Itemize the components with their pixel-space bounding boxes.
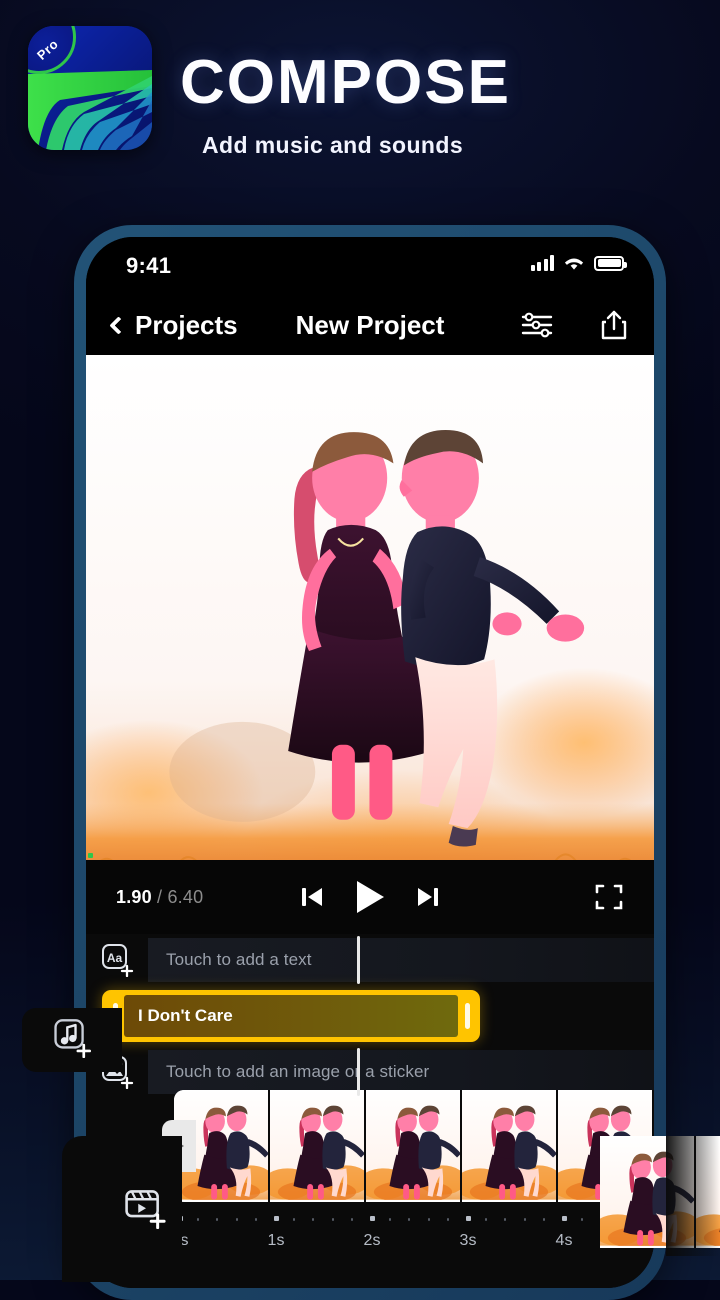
filmstrip-right-fade [666, 1136, 720, 1256]
header-titles: COMPOSE Add music and sounds [180, 52, 680, 159]
add-text-icon: Aa [102, 944, 134, 977]
add-music-button[interactable] [52, 1018, 92, 1063]
page-title: COMPOSE [180, 48, 511, 117]
ruler-tick-minor [197, 1218, 200, 1221]
add-video-icon [125, 1189, 166, 1229]
ruler-tick-minor [235, 1218, 238, 1221]
ruler-tick-minor [350, 1218, 353, 1221]
transport-controls [299, 879, 441, 915]
track-row-audio[interactable]: I Don't Care [86, 986, 654, 1046]
add-video-button[interactable] [124, 1185, 168, 1234]
back-label: Projects [135, 309, 238, 340]
promo-header: Pro COMPOSE Add music and sounds [0, 0, 720, 200]
phone-screen: 9:41 Projects New Project 1.90 / 6.40 Aa… [86, 237, 654, 1288]
playback-controls: 1.90 / 6.40 [86, 860, 654, 934]
ruler-tick-minor [427, 1218, 430, 1221]
ruler-tick-minor [293, 1218, 296, 1221]
render-indicator-dot [88, 853, 93, 858]
text-track-lane[interactable]: Touch to add a text [148, 938, 654, 982]
ruler-ticks [174, 1214, 654, 1226]
ruler-tick-minor [312, 1218, 315, 1221]
signal-bars-icon [530, 255, 554, 271]
audio-clip-body[interactable]: I Don't Care [124, 995, 458, 1037]
pro-badge-label: Pro [33, 36, 62, 63]
time-readout: 1.90 / 6.40 [116, 887, 203, 908]
sliders-icon[interactable] [520, 310, 554, 340]
status-bar: 9:41 [86, 237, 654, 295]
ruler-tick-minor [389, 1218, 392, 1221]
current-time: 1.90 [116, 886, 152, 907]
ruler-label: 2s [363, 1232, 381, 1249]
ruler-tick-minor [254, 1218, 257, 1221]
text-track-hint: Touch to add a text [166, 950, 312, 969]
total-time: 6.40 [167, 886, 204, 907]
filmstrip-frame[interactable] [366, 1090, 462, 1202]
status-time: 9:41 [126, 253, 172, 278]
ruler-tick-minor [331, 1218, 334, 1221]
nav-bar: Projects New Project [86, 295, 654, 355]
ruler-tick-major [562, 1216, 567, 1221]
ruler-tick-major [274, 1216, 279, 1221]
fullscreen-icon[interactable] [594, 882, 624, 912]
audio-clip-handle-right[interactable] [458, 995, 476, 1037]
phone-notch [272, 237, 468, 269]
video-preview[interactable] [86, 355, 654, 860]
image-track-hint: Touch to add an image or a sticker [166, 1062, 430, 1081]
ruler-label: 4s [555, 1232, 573, 1249]
preview-photo [86, 355, 654, 860]
ruler-tick-minor [485, 1218, 488, 1221]
share-export-icon[interactable] [600, 309, 628, 341]
ruler-tick-minor [542, 1218, 545, 1221]
battery-icon [594, 255, 627, 271]
ruler-tick-minor [408, 1218, 411, 1221]
add-text-button[interactable]: Aa [86, 943, 148, 977]
ruler-tick-major [466, 1216, 471, 1221]
skip-next-icon[interactable] [415, 884, 441, 910]
video-track-overflow-panel [62, 1136, 182, 1282]
nav-actions [520, 309, 628, 341]
ruler-tick-minor [216, 1218, 219, 1221]
ruler-tick-minor [446, 1218, 449, 1221]
audio-track-overflow-panel [22, 1008, 122, 1072]
filmstrip-frame[interactable] [270, 1090, 366, 1202]
ruler-label: 1s [267, 1232, 285, 1249]
filmstrip-frame[interactable] [462, 1090, 558, 1202]
image-track-lane[interactable]: Touch to add an image or a sticker [148, 1050, 654, 1094]
filmstrip[interactable] [174, 1090, 654, 1202]
status-icons [530, 255, 627, 271]
play-icon[interactable] [353, 879, 387, 915]
track-row-text[interactable]: Aa Touch to add a text [86, 934, 654, 986]
compose-app-icon: Pro [28, 26, 152, 150]
skip-previous-icon[interactable] [299, 884, 325, 910]
page-subtitle: Add music and sounds [202, 132, 464, 158]
chevron-left-icon [109, 315, 128, 335]
ruler-tick-minor [581, 1218, 584, 1221]
time-separator: / [157, 886, 163, 907]
svg-text:Aa: Aa [107, 951, 123, 965]
back-to-projects-button[interactable]: Projects [109, 309, 238, 341]
audio-clip[interactable]: I Don't Care [102, 990, 480, 1042]
wifi-icon [564, 258, 584, 270]
ruler-tick-minor [504, 1218, 507, 1221]
audio-clip-title: I Don't Care [138, 1006, 233, 1025]
ruler-tick-minor [523, 1218, 526, 1221]
add-music-icon [54, 1018, 92, 1058]
ruler-tick-major [370, 1216, 375, 1221]
ruler-label: 3s [459, 1232, 477, 1249]
